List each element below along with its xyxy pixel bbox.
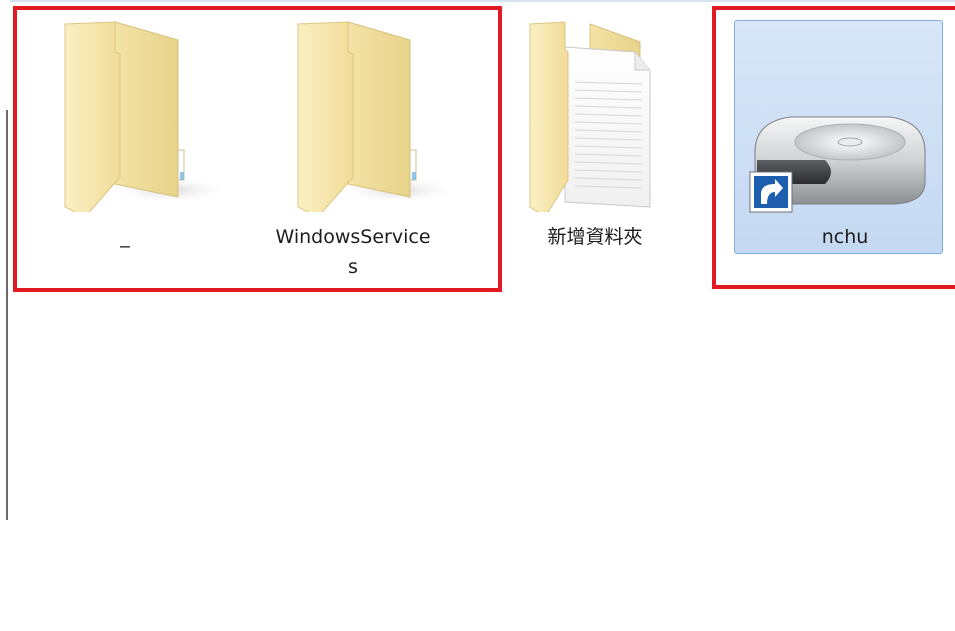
file-item-label: 新增資料夾 — [547, 226, 643, 248]
window-top-border — [0, 0, 955, 2]
navigation-pane-edge — [0, 0, 10, 631]
pane-scrollbar[interactable] — [6, 110, 8, 520]
highlight-box-shortcut — [712, 6, 955, 289]
folder-document-icon — [490, 12, 700, 218]
highlight-box-folders — [13, 6, 502, 292]
